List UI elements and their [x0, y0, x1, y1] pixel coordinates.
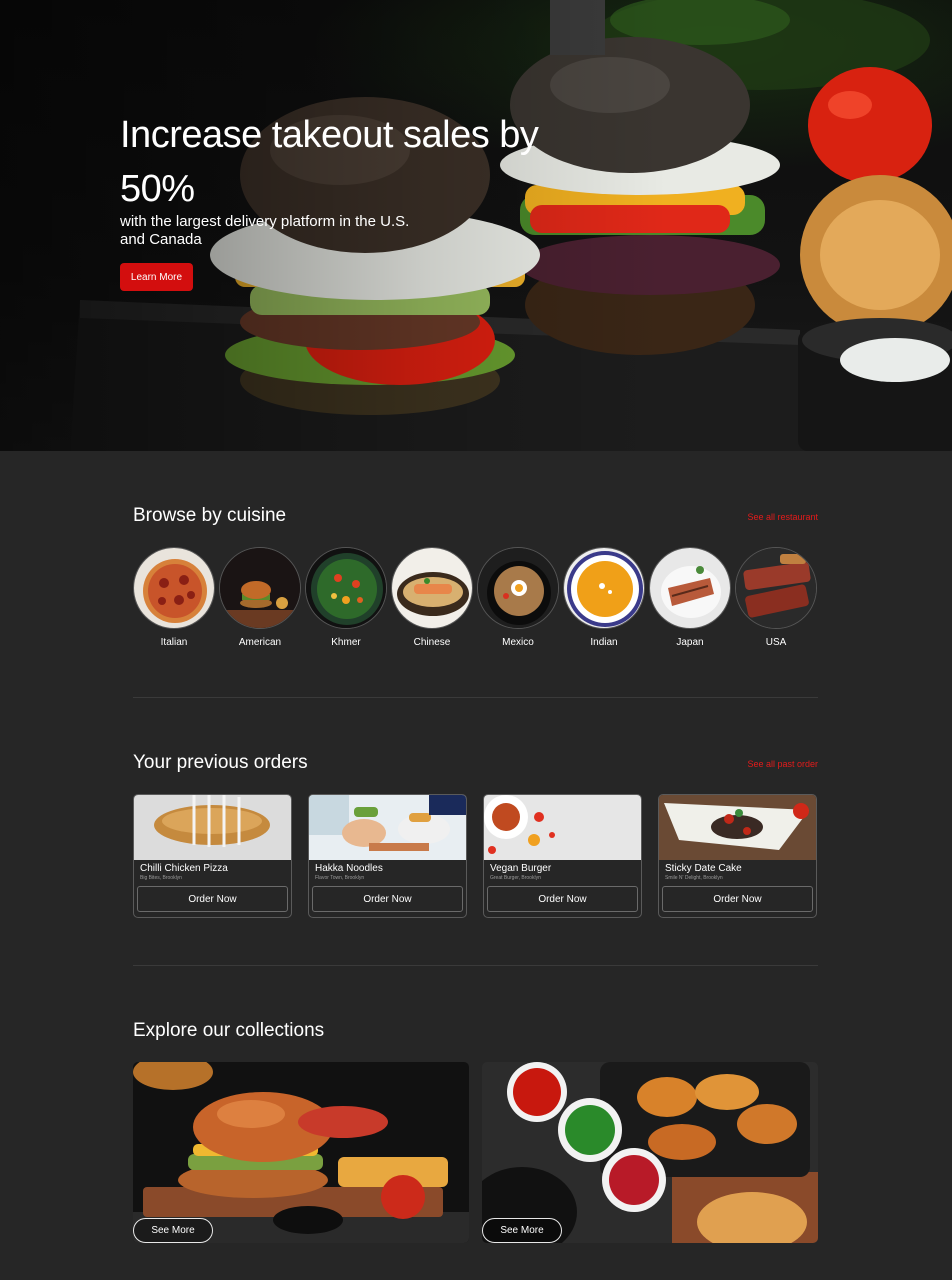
order-item-name: Hakka Noodles: [315, 863, 383, 874]
hero-banner: Increase takeout sales by 50% with the l…: [0, 0, 952, 451]
page: Increase takeout sales by 50% with the l…: [0, 0, 952, 1280]
noodle-bowl-image: [477, 547, 559, 629]
cuisine-item-indian[interactable]: Indian: [563, 547, 645, 657]
order-item-location: Great Burger, Brooklyn: [490, 875, 541, 881]
learn-more-button[interactable]: Learn More: [120, 263, 193, 291]
cuisine-label: Mexico: [502, 637, 534, 648]
order-now-button[interactable]: Order Now: [312, 886, 463, 912]
collection-list: See More See More: [133, 1062, 819, 1243]
order-item-name: Sticky Date Cake: [665, 863, 742, 874]
cuisine-item-american[interactable]: American: [219, 547, 301, 657]
order-item-name: Vegan Burger: [490, 863, 552, 874]
grilled-chicken-spread-image: [482, 1062, 818, 1243]
cuisine-label: USA: [765, 637, 787, 648]
order-now-button[interactable]: Order Now: [662, 886, 813, 912]
orders-section-title: Your previous orders: [133, 752, 308, 773]
order-now-button[interactable]: Order Now: [137, 886, 288, 912]
cuisine-section-title: Browse by cuisine: [133, 505, 287, 526]
order-card: Vegan Burger Great Burger, Brooklyn Orde…: [483, 794, 642, 918]
soup-image: [563, 547, 645, 629]
cuisine-item-japan[interactable]: Japan: [649, 547, 731, 657]
cuisine-label: Chinese: [413, 637, 451, 648]
see-more-button[interactable]: See More: [133, 1218, 213, 1243]
pasta-plate-image: [484, 795, 641, 860]
cuisine-list: Italian American Khmer Chinese Mexico In…: [133, 547, 823, 657]
order-list: Chilli Chicken Pizza Big Bites, Brooklyn…: [133, 794, 823, 918]
section-divider: [133, 965, 818, 966]
order-item-location: Flavor Town, Brooklyn: [315, 875, 365, 881]
cuisine-label: American: [238, 637, 282, 648]
grilled-dish-image: [649, 547, 731, 629]
see-all-past-order-link[interactable]: See all past order: [747, 759, 818, 769]
order-item-name: Chilli Chicken Pizza: [140, 863, 228, 874]
order-card: Sticky Date Cake Smile N' Delight, Brook…: [658, 794, 817, 918]
order-now-button[interactable]: Order Now: [487, 886, 638, 912]
burger-image: [219, 547, 301, 629]
pizza-bread-image: [134, 795, 291, 860]
ribs-image: [735, 547, 817, 629]
order-item-location: Smile N' Delight, Brooklyn: [665, 875, 723, 881]
cuisine-item-chinese[interactable]: Chinese: [391, 547, 473, 657]
pizza-image: [133, 547, 215, 629]
hero-title: Increase takeout sales by 50%: [120, 114, 539, 210]
cuisine-label: Khmer: [331, 637, 361, 648]
section-divider: [133, 697, 818, 698]
plated-dish-image: [659, 795, 816, 860]
fish-dish-image: [391, 547, 473, 629]
cuisine-item-khmer[interactable]: Khmer: [305, 547, 387, 657]
order-card: Chilli Chicken Pizza Big Bites, Brooklyn…: [133, 794, 292, 918]
see-all-restaurant-link[interactable]: See all restaurant: [747, 512, 818, 522]
burger-fries-image: [133, 1062, 469, 1243]
order-item-location: Big Bites, Brooklyn: [140, 875, 182, 881]
collection-card[interactable]: See More: [133, 1062, 469, 1243]
food-handoff-image: [309, 795, 466, 860]
cuisine-item-usa[interactable]: USA: [735, 547, 817, 657]
collection-card[interactable]: See More: [482, 1062, 818, 1243]
cuisine-label: Japan: [676, 637, 704, 648]
cuisine-label: Italian: [160, 637, 188, 648]
order-card: Hakka Noodles Flavor Town, Brooklyn Orde…: [308, 794, 467, 918]
collections-section-title: Explore our collections: [133, 1020, 325, 1041]
cuisine-label: Indian: [590, 637, 618, 648]
salad-image: [305, 547, 387, 629]
cuisine-item-mexico[interactable]: Mexico: [477, 547, 559, 657]
hero-subtitle: with the largest delivery platform in th…: [120, 213, 410, 248]
cuisine-item-italian[interactable]: Italian: [133, 547, 215, 657]
see-more-button[interactable]: See More: [482, 1218, 562, 1243]
